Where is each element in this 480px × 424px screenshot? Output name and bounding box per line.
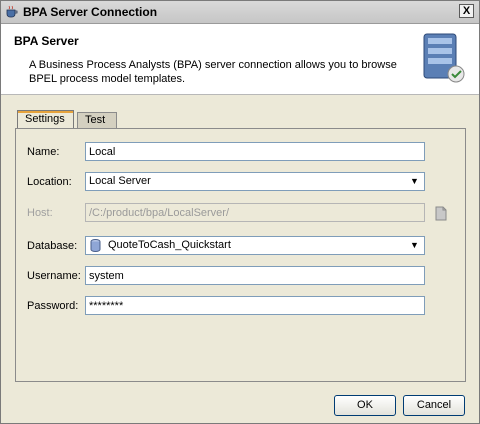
database-value: QuoteToCash_Quickstart [108, 239, 231, 251]
settings-panel: Name: Location: Local Server ▼ Host: Dat… [15, 128, 466, 382]
password-field[interactable] [85, 296, 425, 315]
window-title: BPA Server Connection [23, 5, 158, 19]
dropdown-arrow-icon: ▼ [410, 240, 419, 250]
coffee-cup-icon [6, 5, 18, 18]
database-select[interactable]: QuoteToCash_Quickstart ▼ [85, 236, 425, 255]
username-field[interactable] [85, 266, 425, 285]
database-icon [90, 239, 101, 252]
name-field[interactable] [85, 142, 425, 161]
host-field [85, 203, 425, 222]
username-label: Username: [27, 270, 81, 282]
location-value: Local Server [89, 175, 151, 187]
location-select[interactable]: Local Server ▼ [85, 172, 425, 191]
database-server-icon [423, 33, 465, 83]
browse-file-icon [435, 206, 447, 221]
location-label: Location: [27, 176, 72, 188]
header-description: A Business Process Analysts (BPA) server… [29, 59, 397, 85]
dialog-window: BPA Server Connection X BPA Server A Bus… [0, 0, 480, 424]
header-title: BPA Server [14, 34, 79, 48]
title-bar: BPA Server Connection X [1, 1, 479, 24]
host-label: Host: [27, 207, 53, 219]
dropdown-arrow-icon: ▼ [410, 176, 419, 186]
dialog-header: BPA Server A Business Process Analysts (… [1, 24, 479, 95]
close-button[interactable]: X [459, 4, 474, 18]
cancel-button[interactable]: Cancel [403, 395, 465, 416]
password-label: Password: [27, 300, 79, 312]
tab-settings[interactable]: Settings [17, 110, 74, 130]
database-label: Database: [27, 240, 78, 252]
tab-test[interactable]: Test [77, 112, 117, 128]
name-label: Name: [27, 146, 60, 158]
ok-button[interactable]: OK [334, 395, 396, 416]
